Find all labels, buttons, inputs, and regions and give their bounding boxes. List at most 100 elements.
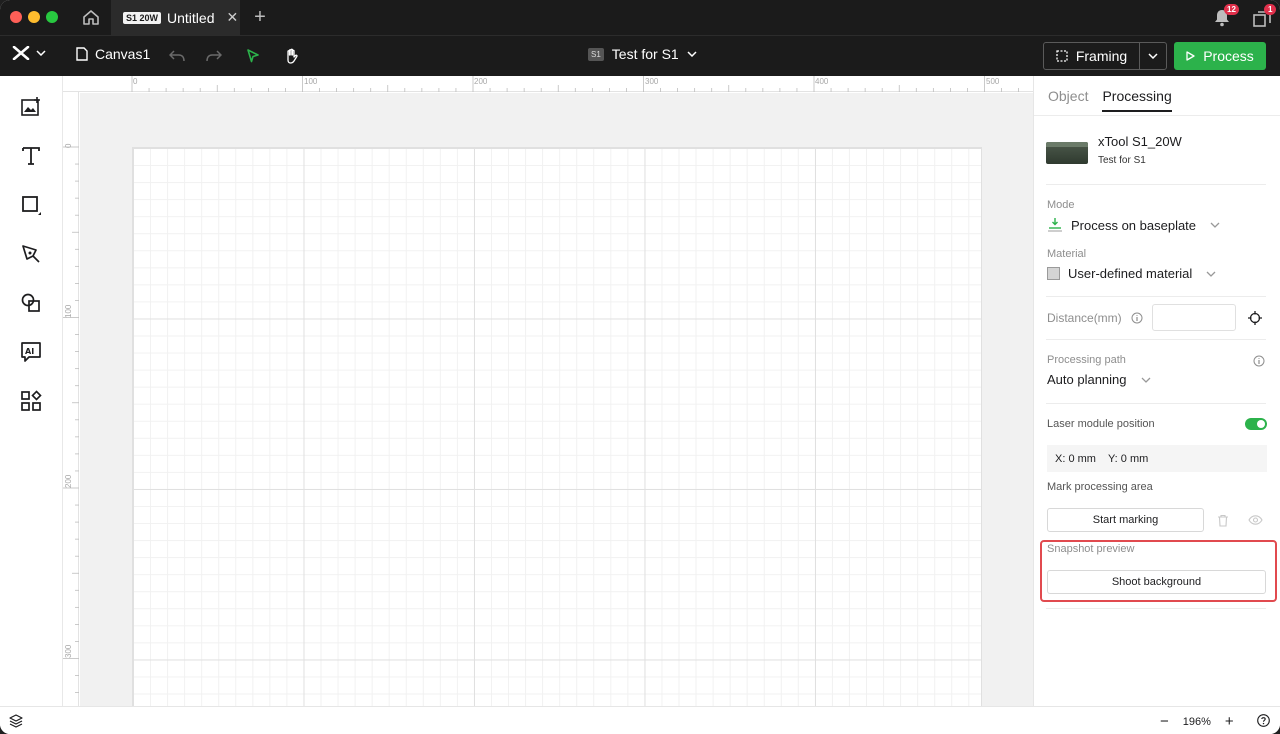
zoom-controls: − 196% + <box>1160 713 1234 730</box>
mode-label: Mode <box>1047 199 1075 211</box>
divider <box>1046 339 1266 340</box>
close-window-button[interactable] <box>10 11 22 23</box>
start-marking-button[interactable]: Start marking <box>1047 508 1204 532</box>
zoom-out-button[interactable]: − <box>1160 713 1169 730</box>
material-label: Material <box>1047 248 1087 260</box>
material-value: User-defined material <box>1068 266 1193 281</box>
chevron-down-icon <box>1141 377 1150 383</box>
windows-count: 1 <box>1264 4 1277 15</box>
mode-select[interactable]: Process on baseplate <box>1047 217 1220 233</box>
hand-tool-button[interactable] <box>282 46 302 66</box>
app-window: S1 20W Untitled ✕ + 12 1 Canvas1 S1 Test… <box>0 0 1280 734</box>
close-tab-icon[interactable]: ✕ <box>226 9 238 26</box>
eye-icon[interactable] <box>1248 515 1263 525</box>
framing-dropdown-button[interactable] <box>1140 53 1166 59</box>
device-selector[interactable]: S1 Test for S1 <box>588 46 697 62</box>
material-select[interactable]: User-defined material <box>1047 266 1216 281</box>
left-ruler[interactable]: 0 100 200 300 <box>63 92 79 706</box>
ai-icon[interactable]: AI <box>20 341 42 363</box>
divider <box>1046 403 1266 404</box>
new-tab-button[interactable]: + <box>244 0 276 35</box>
framing-button-group: Framing <box>1043 42 1167 70</box>
divider <box>1046 184 1266 185</box>
framing-label: Framing <box>1075 48 1128 64</box>
chevron-down-icon <box>1206 271 1216 277</box>
combine-icon[interactable] <box>20 292 42 314</box>
top-ruler[interactable]: 0 100 200 300 400 500 <box>63 76 1033 92</box>
redo-button[interactable] <box>204 46 224 66</box>
panel-tabs: Object Processing <box>1048 88 1172 112</box>
tab-object[interactable]: Object <box>1048 88 1088 112</box>
home-icon <box>83 10 99 25</box>
laser-x-value: X: 0 mm <box>1055 452 1096 465</box>
windows-button[interactable]: 1 <box>1250 4 1277 29</box>
trash-icon[interactable] <box>1217 514 1229 527</box>
pen-icon[interactable] <box>20 243 42 265</box>
document-tab[interactable]: S1 20W Untitled ✕ <box>111 0 240 35</box>
framing-icon <box>1056 50 1068 62</box>
home-tab[interactable] <box>72 0 110 35</box>
top-ruler-ticks <box>131 76 1019 92</box>
app-menu-button[interactable] <box>12 46 46 60</box>
cursor-icon <box>247 49 259 63</box>
top-ruler-label: 0 <box>133 77 138 86</box>
device-subtitle: Test for S1 <box>1098 155 1146 166</box>
apps-icon[interactable] <box>20 390 42 412</box>
process-button[interactable]: Process <box>1174 42 1266 70</box>
play-icon <box>1186 51 1195 61</box>
snapshot-highlight-box <box>1040 540 1277 602</box>
canvas-selector[interactable]: Canvas1 <box>76 46 150 62</box>
undo-icon <box>169 50 185 62</box>
help-icon[interactable] <box>1257 714 1270 727</box>
tab-processing[interactable]: Processing <box>1102 88 1172 112</box>
crosshair-icon[interactable] <box>1248 311 1262 325</box>
framing-button[interactable]: Framing <box>1044 43 1140 69</box>
svg-text:AI: AI <box>25 347 34 356</box>
processing-path-value: Auto planning <box>1047 372 1127 387</box>
laser-position-readout: X: 0 mm Y: 0 mm <box>1047 445 1267 472</box>
left-ruler-label: 300 <box>64 644 73 658</box>
distance-input[interactable] <box>1152 304 1236 331</box>
chevron-down-icon <box>1210 222 1220 228</box>
status-bar: − 196% + <box>0 706 1280 734</box>
machine-image <box>1046 142 1088 164</box>
title-bar: S1 20W Untitled ✕ + 12 1 <box>0 0 1280 35</box>
device-badge: S1 20W <box>123 11 162 24</box>
top-ruler-label: 300 <box>645 77 659 86</box>
select-tool-button[interactable] <box>243 46 263 66</box>
notifications-button[interactable]: 12 <box>1212 4 1239 29</box>
material-swatch-icon <box>1047 267 1060 280</box>
image-icon[interactable] <box>20 96 42 118</box>
canvas-name: Canvas1 <box>95 46 151 62</box>
undo-button[interactable] <box>167 46 187 66</box>
processing-path-select[interactable]: Auto planning <box>1047 372 1151 387</box>
laser-y-value: Y: 0 mm <box>1107 452 1149 465</box>
left-toolbar: AI <box>0 76 63 706</box>
chevron-down-icon <box>687 51 697 57</box>
minimize-window-button[interactable] <box>28 11 40 23</box>
text-icon[interactable] <box>20 145 42 167</box>
baseplate-icon <box>1048 218 1062 232</box>
main-toolbar: Canvas1 S1 Test for S1 Framing Process <box>0 35 1280 76</box>
canvas-workspace[interactable] <box>80 93 1033 706</box>
info-icon[interactable] <box>1253 355 1265 367</box>
document-tab-title: Untitled <box>167 9 215 26</box>
shape-icon[interactable] <box>20 194 42 216</box>
info-icon[interactable] <box>1131 312 1143 324</box>
laser-position-toggle[interactable] <box>1245 418 1267 430</box>
processing-path-label: Processing path <box>1047 354 1126 366</box>
zoom-level[interactable]: 196% <box>1183 716 1211 728</box>
layers-icon[interactable] <box>9 714 23 728</box>
laser-position-label: Laser module position <box>1047 418 1155 430</box>
zoom-window-button[interactable] <box>46 11 58 23</box>
mark-area-label: Mark processing area <box>1047 481 1153 493</box>
file-icon <box>76 47 88 61</box>
work-area-board[interactable] <box>132 147 982 706</box>
tabs-divider <box>1034 115 1280 116</box>
xtool-logo-icon <box>12 46 30 60</box>
properties-panel: Object Processing xTool S1_20W Test for … <box>1033 76 1280 706</box>
top-ruler-label: 400 <box>815 77 829 86</box>
hand-icon <box>287 48 298 64</box>
top-ruler-label: 200 <box>474 77 488 86</box>
zoom-in-button[interactable]: + <box>1225 713 1234 730</box>
